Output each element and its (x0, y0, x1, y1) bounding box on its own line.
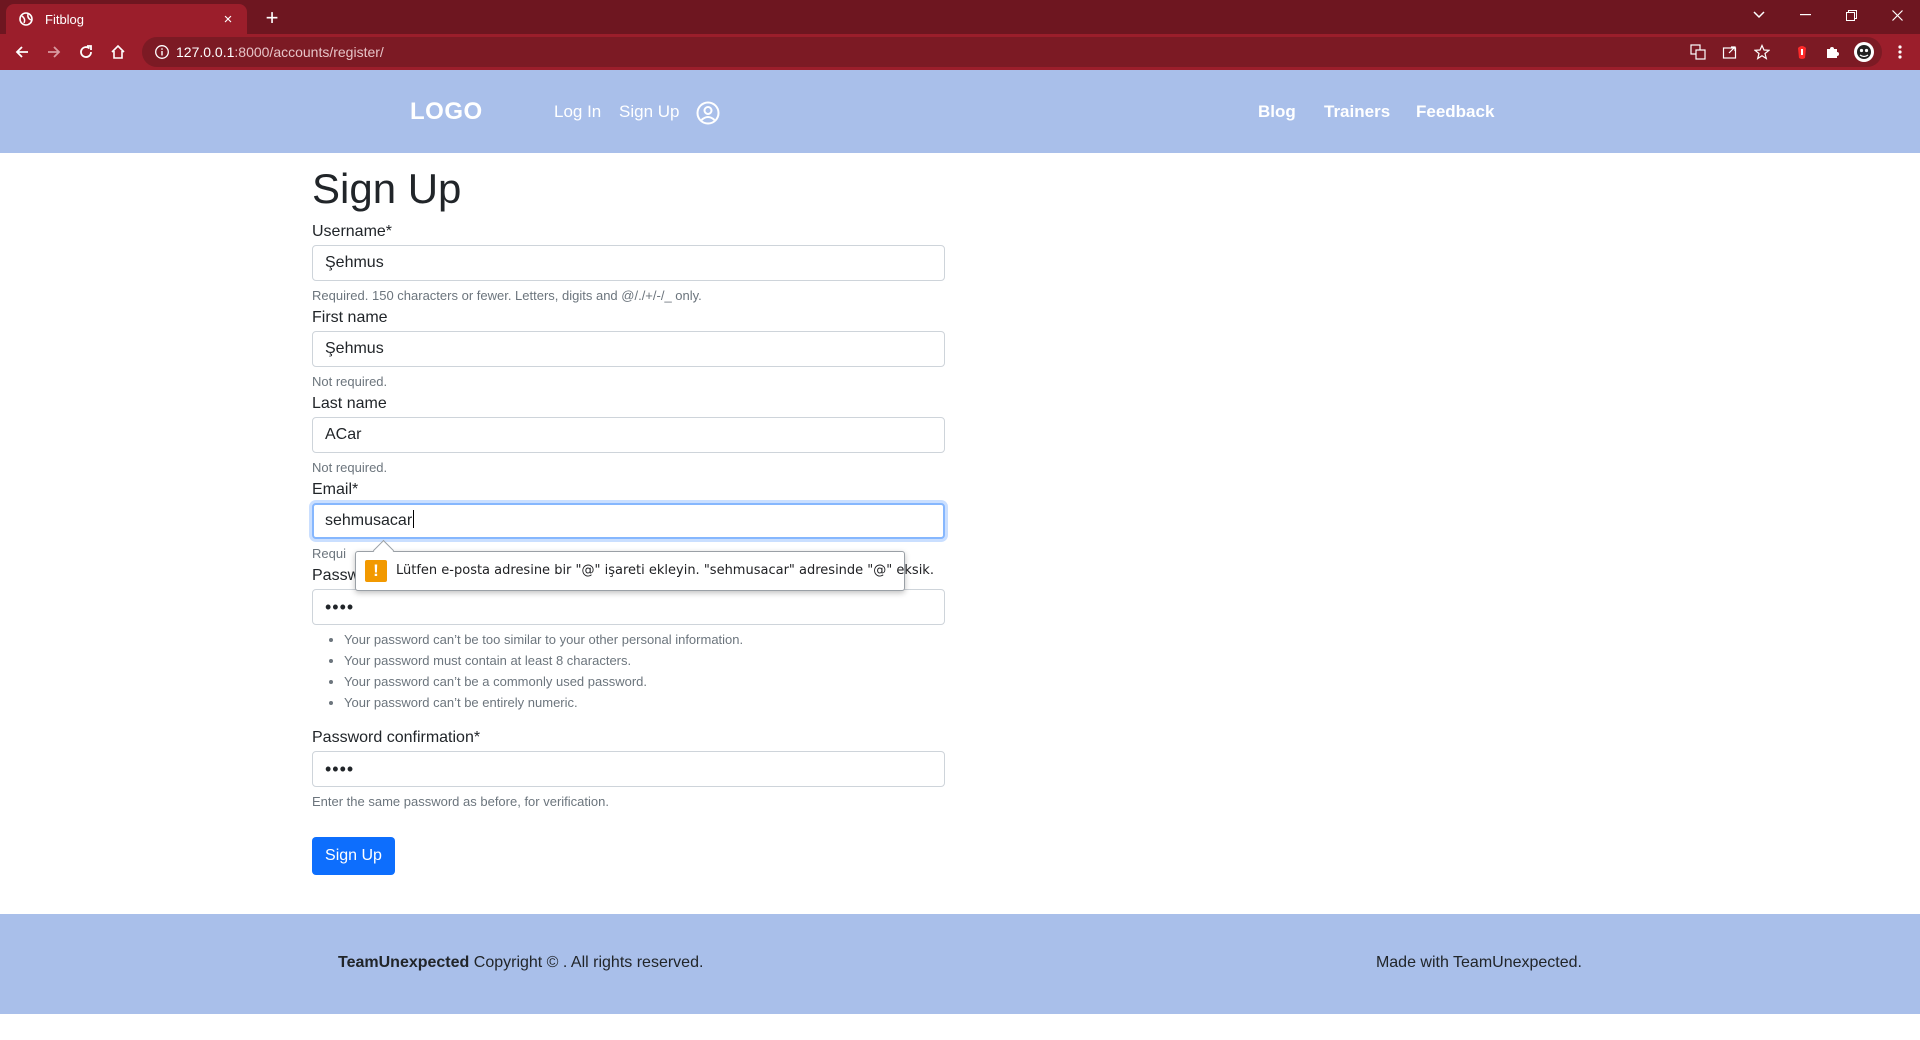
password-rule: Your password must contain at least 8 ch… (344, 650, 743, 671)
sign-up-button[interactable]: Sign Up (312, 837, 395, 875)
nav-blog-link[interactable]: Blog (1258, 102, 1296, 122)
footer-brand: TeamUnexpected (338, 954, 470, 971)
password-rules-list: Your password can’t be too similar to yo… (312, 629, 743, 713)
last-name-input[interactable]: ACar (312, 417, 945, 453)
translate-icon[interactable] (1688, 43, 1708, 61)
footer-copyright: TeamUnexpected Copyright © . All rights … (338, 954, 703, 972)
globe-icon (19, 12, 33, 26)
back-icon[interactable] (8, 38, 36, 66)
close-window-icon[interactable] (1874, 0, 1920, 30)
footer-made-with: Made with TeamUnexpected. (1375, 954, 1582, 971)
share-icon[interactable] (1720, 43, 1740, 61)
page-title: Sign Up (312, 165, 462, 212)
home-icon[interactable] (104, 38, 132, 66)
first-name-help: Not required. (312, 374, 388, 389)
username-help: Required. 150 characters or fewer. Lette… (312, 288, 702, 303)
user-circle-icon[interactable] (696, 101, 720, 125)
email-validation-bubble: ! Lütfen e-posta adresine bir "@" işaret… (355, 539, 934, 591)
address-bar[interactable]: 127.0.0.1:8000/accounts/register/ (142, 37, 1882, 67)
site-logo[interactable]: LOGO (410, 98, 483, 126)
footer-copyright-text: Copyright © . All rights reserved. (469, 954, 704, 971)
password-rule: Your password can’t be entirely numeric. (344, 692, 743, 713)
tab-search-icon[interactable] (1736, 0, 1782, 30)
site-info-icon[interactable] (154, 44, 170, 60)
username-label: Username* (312, 223, 393, 240)
validation-message: Lütfen e-posta adresine bir "@" işareti … (396, 563, 934, 578)
first-name-input[interactable]: Şehmus (312, 331, 945, 367)
password-rule: Your password can’t be a commonly used p… (344, 671, 743, 692)
password-confirm-label: Password confirmation* (312, 729, 481, 746)
email-input[interactable]: sehmusacar (312, 503, 945, 539)
password-label: Passw (312, 567, 360, 584)
email-help: Requi (312, 546, 346, 561)
browser-toolbar: 127.0.0.1:8000/accounts/register/ (0, 34, 1920, 70)
nav-signup-link[interactable]: Sign Up (619, 102, 679, 122)
password-rule: Your password can’t be too similar to yo… (344, 629, 743, 650)
nav-feedback-link[interactable]: Feedback (1416, 102, 1494, 122)
restore-icon[interactable] (1828, 0, 1874, 30)
bubble-arrow (372, 539, 395, 562)
warning-icon: ! (365, 560, 387, 582)
profile-avatar-icon[interactable] (1850, 38, 1878, 66)
tab-title: Fitblog (45, 11, 85, 27)
username-input[interactable]: Şehmus (312, 245, 945, 281)
password-confirm-help: Enter the same password as before, for v… (312, 794, 609, 809)
browser-tab-bar: Fitblog × + (0, 0, 1920, 34)
bookmark-star-icon[interactable] (1752, 43, 1772, 61)
last-name-label: Last name (312, 395, 387, 412)
minimize-icon[interactable] (1782, 0, 1828, 30)
password-confirm-input[interactable]: •••• (312, 751, 945, 787)
extensions-puzzle-icon[interactable] (1818, 38, 1846, 66)
email-label: Email* (312, 481, 359, 498)
text-caret (413, 510, 415, 528)
site-navbar: LOGO Log In Sign Up Blog Trainers Feedba… (0, 70, 1920, 153)
last-name-help: Not required. (312, 460, 388, 475)
first-name-label: First name (312, 309, 388, 326)
nav-trainers-link[interactable]: Trainers (1324, 102, 1390, 122)
site-footer: TeamUnexpected Copyright © . All rights … (0, 914, 1920, 1014)
browser-menu-icon[interactable] (1886, 38, 1914, 66)
password-input[interactable]: •••• (312, 589, 945, 625)
browser-tab[interactable]: Fitblog × (6, 4, 247, 34)
url-text: 127.0.0.1:8000/accounts/register/ (176, 44, 384, 60)
close-tab-icon[interactable]: × (217, 11, 239, 28)
forward-icon[interactable] (40, 38, 68, 66)
reload-icon[interactable] (72, 38, 100, 66)
extension-red-icon[interactable] (1788, 38, 1816, 66)
nav-login-link[interactable]: Log In (554, 102, 601, 122)
new-tab-button[interactable]: + (258, 4, 286, 32)
